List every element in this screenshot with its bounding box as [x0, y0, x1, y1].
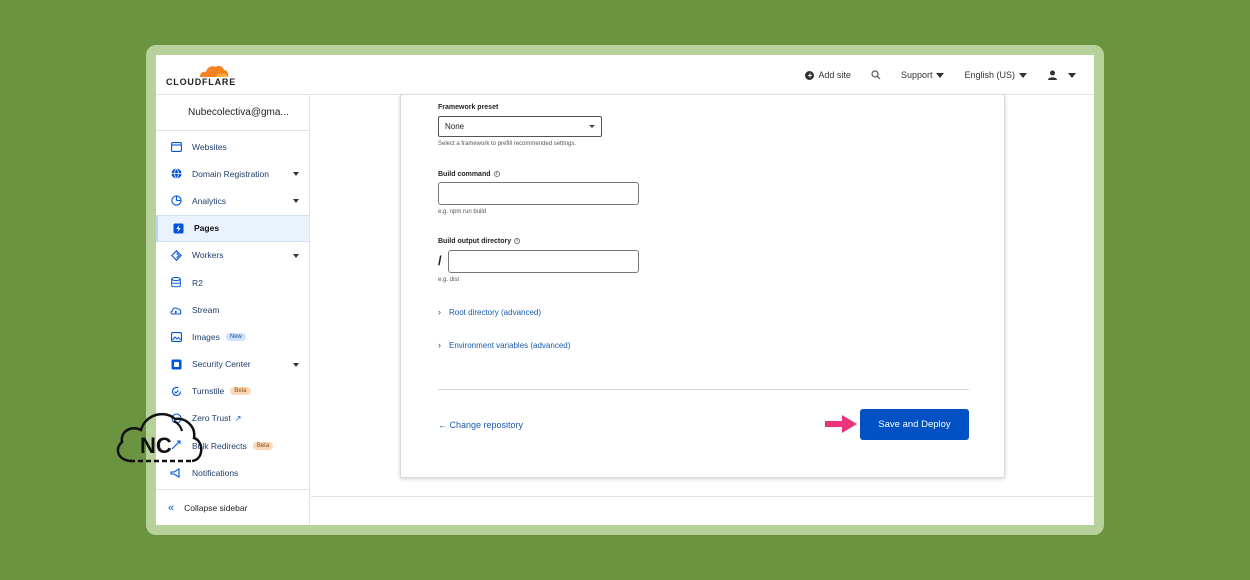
chevron-down-icon — [589, 125, 595, 128]
language-label: English (US) — [964, 70, 1015, 80]
nube-colectiva-logo: NC — [116, 412, 203, 463]
build-settings-card: Framework preset None Select a framework… — [400, 95, 1005, 478]
sidebar-item-pages[interactable]: Pages — [156, 214, 309, 242]
app-window: CLOUDFLARE + Add site Support English (U… — [156, 55, 1094, 525]
sidebar-item-turnstile[interactable]: Turnstile Beta — [156, 378, 309, 405]
megaphone-icon — [170, 467, 182, 479]
database-icon — [170, 277, 182, 289]
user-icon — [1048, 70, 1057, 80]
beta-badge: Beta — [230, 387, 251, 396]
info-icon: i — [493, 171, 500, 177]
refresh-check-icon — [170, 385, 182, 397]
info-icon: i — [514, 238, 521, 244]
sidebar-item-label: R2 — [192, 277, 203, 288]
sidebar-item-workers[interactable]: Workers — [156, 242, 309, 269]
change-repository-link[interactable]: ← Change repository — [438, 420, 523, 430]
framework-preset-select[interactable]: None — [438, 116, 602, 137]
sidebar-item-analytics[interactable]: Analytics — [156, 187, 309, 214]
chevron-down-icon — [293, 172, 299, 177]
build-command-input[interactable] — [438, 182, 639, 205]
new-badge: New — [225, 332, 246, 341]
sidebar-item-label: Images — [192, 331, 220, 342]
top-bar: CLOUDFLARE + Add site Support English (U… — [156, 55, 1094, 95]
footer-divider — [311, 496, 1094, 497]
add-site-label: Add site — [818, 70, 851, 80]
sidebar-item-label: Analytics — [192, 195, 227, 206]
brand-name: CLOUDFLARE — [166, 77, 236, 87]
chevron-down-icon — [293, 362, 299, 367]
double-chevron-left-icon: « — [168, 501, 175, 514]
cloud-play-icon — [170, 304, 182, 316]
build-command-label: Build command i — [438, 171, 500, 178]
chevron-down-icon — [1068, 72, 1076, 78]
shield-box-icon — [170, 358, 182, 370]
top-navigation: + Add site Support English (US) — [805, 55, 1076, 95]
language-menu[interactable]: English (US) — [964, 70, 1027, 80]
output-directory-prefix: / — [438, 253, 442, 268]
pie-chart-icon — [170, 195, 182, 207]
build-output-directory-hint: e.g. dist — [438, 277, 460, 283]
framework-preset-label: Framework preset — [438, 104, 499, 111]
sidebar-item-label: Pages — [194, 223, 220, 234]
support-menu[interactable]: Support — [901, 70, 945, 80]
environment-variables-label: Environment variables (advanced) — [449, 340, 571, 350]
collapse-sidebar-button[interactable]: « Collapse sidebar — [156, 489, 310, 525]
sidebar-item-websites[interactable]: Websites — [156, 133, 309, 160]
sidebar-item-r2[interactable]: R2 — [156, 269, 309, 296]
chevron-down-icon — [936, 72, 945, 78]
build-command-hint: e.g. npm run build — [438, 209, 487, 215]
main-content: Framework preset None Select a framework… — [311, 95, 1094, 525]
sidebar-item-domain-registration[interactable]: Domain Registration — [156, 160, 309, 187]
globe-icon — [170, 168, 182, 180]
beta-badge: Beta — [252, 441, 274, 450]
chevron-down-icon — [1019, 72, 1027, 78]
sidebar-item-label: Workers — [192, 250, 224, 261]
user-menu[interactable] — [1047, 70, 1076, 80]
browser-window-icon — [170, 141, 182, 153]
add-site-button[interactable]: + Add site — [805, 70, 851, 80]
root-directory-toggle[interactable]: › Root directory (advanced) — [438, 307, 541, 317]
sidebar-item-label: Turnstile — [192, 386, 225, 397]
support-label: Support — [900, 70, 933, 80]
plus-circle-icon: + — [805, 70, 815, 80]
collapse-label: Collapse sidebar — [184, 502, 248, 513]
image-icon — [170, 331, 182, 343]
build-output-directory-input[interactable] — [448, 250, 639, 273]
environment-variables-toggle[interactable]: › Environment variables (advanced) — [438, 340, 570, 350]
chevron-right-icon: › — [438, 307, 441, 317]
workers-diamond-icon — [170, 249, 182, 261]
sidebar-item-label: Stream — [192, 304, 220, 315]
chevron-down-icon — [293, 199, 299, 204]
sidebar-item-label: Websites — [192, 141, 227, 152]
framework-preset-value: None — [445, 122, 465, 131]
framework-preset-hint: Select a framework to prefill recommende… — [438, 141, 577, 147]
sidebar-item-label: Security Center — [192, 359, 251, 370]
divider — [438, 389, 969, 390]
chevron-down-icon — [293, 253, 299, 258]
cloudflare-logo[interactable]: CLOUDFLARE — [166, 64, 236, 88]
lightning-page-icon — [172, 222, 184, 234]
chevron-right-icon: › — [438, 340, 441, 350]
build-output-directory-label: Build output directory i — [438, 238, 521, 245]
watermark-text: NC — [140, 433, 172, 458]
root-directory-label: Root directory (advanced) — [449, 307, 542, 317]
save-and-deploy-button[interactable]: Save and Deploy — [860, 409, 969, 440]
external-link-icon: ↗ — [234, 413, 242, 423]
sidebar-item-label: Notifications — [192, 467, 239, 478]
cloud-logo-icon — [200, 66, 229, 77]
sidebar-item-label: Domain Registration — [192, 168, 270, 179]
sidebar-item-stream[interactable]: Stream — [156, 296, 309, 323]
search-button[interactable] — [871, 70, 881, 80]
pointer-arrow-icon — [825, 415, 857, 433]
search-icon — [871, 70, 881, 80]
sidebar-item-security-center[interactable]: Security Center — [156, 351, 309, 378]
account-name[interactable]: Nubecolectiva@gma... — [156, 95, 309, 131]
sidebar-item-images[interactable]: Images New — [156, 323, 309, 350]
